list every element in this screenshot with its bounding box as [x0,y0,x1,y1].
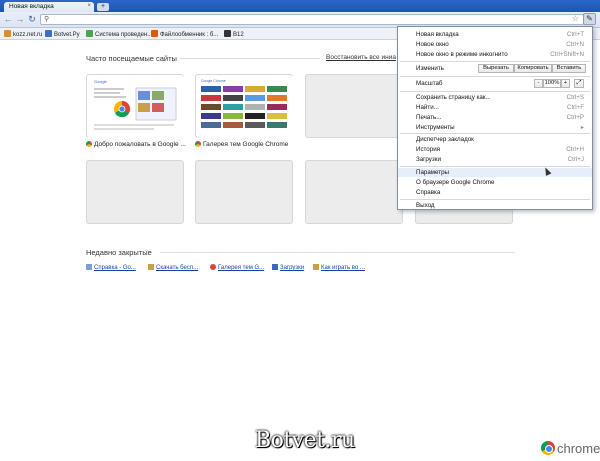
zoom-in-button[interactable]: + [561,79,570,88]
search-icon: ⚲ [44,16,50,23]
download-icon [272,264,278,270]
fullscreen-icon[interactable]: ⤢ [574,79,584,88]
tab-title: Новая вкладка [9,3,54,10]
menu-separator [400,61,590,62]
thumbnail-google-welcome[interactable]: Google [86,74,184,138]
favicon-icon [86,30,93,37]
menu-separator [400,91,590,92]
wrench-menu: Новая вкладка Ctrl+T Новое окно Ctrl+N Нов… [397,26,593,210]
favicon-icon [4,30,11,37]
bookmark-item[interactable]: kozz.net.ru [4,30,42,38]
star-icon[interactable]: ☆ [572,14,579,23]
bookmark-item[interactable]: Файлообменник : б... [151,30,218,38]
bookmark-item[interactable]: Система проведен... [86,30,152,38]
page-preview-image: Google [88,76,184,138]
most-visited-title: Часто посещаемые сайты [86,54,177,63]
menu-separator [400,166,590,167]
svg-text:Google Chrome: Google Chrome [201,79,226,83]
menu-item-help[interactable]: Справка [398,188,592,197]
menu-item-history[interactable]: История Ctrl+H [398,145,592,154]
thumbnail-label[interactable]: Добро пожаловать в Google ... [86,141,186,148]
tab-strip: Новая вкладка × + [0,0,600,12]
close-icon[interactable]: × [87,3,91,9]
omnibox-input[interactable]: ⚲ ☆ [40,14,584,25]
chrome-brand-text: chrome [557,441,600,456]
thumbnail-empty [305,74,403,138]
menu-item-exit[interactable]: Выход [398,201,592,210]
reload-icon[interactable]: ↻ [27,14,37,24]
paste-button[interactable]: Вставить [552,64,586,73]
back-icon[interactable]: ← [3,14,13,24]
recently-closed-item[interactable]: Загрузки [272,264,304,271]
recently-closed-item[interactable]: Скачать бесп... [148,264,198,271]
forward-icon[interactable]: → [15,14,25,24]
recently-closed-item[interactable]: Справка - Go... [86,264,136,271]
divider [180,58,320,59]
favicon-icon [224,30,231,37]
recently-closed-item[interactable]: Как играть во ... [313,264,365,271]
tab-new-tab[interactable]: Новая вкладка × [4,2,94,12]
copy-button[interactable]: Копировать [514,64,552,73]
menu-item-settings[interactable]: Параметры [398,168,592,177]
watermark-logo: Botvet.ru [255,428,355,453]
wrench-menu-button[interactable]: ✎ [583,13,596,25]
chrome-logo-icon [541,441,555,455]
menu-item-about[interactable]: О браузере Google Chrome [398,178,592,187]
page-preview-image: Google Chrome [197,76,293,138]
chrome-icon [86,141,92,147]
page-icon [86,264,92,270]
menu-item-print[interactable]: Печать... Ctrl+P [398,113,592,122]
thumbnail-label[interactable]: Галерея тем Google Chrome [195,141,288,148]
thumbnail-empty [86,160,184,224]
svg-text:Google: Google [94,79,108,84]
favicon-icon [151,30,158,37]
menu-item-tools[interactable]: Инструменты ▸ [398,123,592,132]
thumbnail-empty [195,160,293,224]
recently-closed-title: Недавно закрытые [86,248,152,257]
menu-item-new-tab[interactable]: Новая вкладка Ctrl+T [398,30,592,39]
recently-closed-item[interactable]: Галерея тем G... [210,264,264,271]
menu-item-downloads[interactable]: Загрузки Ctrl+J [398,155,592,164]
menu-separator [400,133,590,134]
new-tab-button[interactable]: + [97,3,109,11]
page-icon [148,264,154,270]
bookmark-item[interactable]: B12 [224,30,244,38]
restore-thumbnails-link[interactable]: Восстановить все иниатюры [326,54,396,61]
submenu-arrow-icon: ▸ [580,124,584,131]
zoom-level: 100% [543,79,561,88]
chrome-icon [195,141,201,147]
menu-item-bookmark-manager[interactable]: Диспетчер закладок [398,135,592,144]
menu-item-new-window[interactable]: Новое окно Ctrl+N [398,40,592,49]
menu-item-incognito[interactable]: Новое окно в режиме инкогнито Ctrl+Shift+… [398,50,592,59]
zoom-out-button[interactable]: - [534,79,543,88]
thumbnail-empty [305,160,403,224]
bookmark-item[interactable]: Botvet.Ру [45,30,80,38]
thumbnail-theme-gallery[interactable]: Google Chrome [195,74,293,138]
menu-separator [400,76,590,77]
menu-item-save-page[interactable]: Сохранить страницу как... Ctrl+S [398,93,592,102]
divider [160,252,515,253]
menu-separator [400,199,590,200]
menu-item-find[interactable]: Найти... Ctrl+F [398,103,592,112]
favicon-icon [45,30,52,37]
page-icon [313,264,319,270]
chrome-icon [210,264,216,270]
cut-button[interactable]: Вырезать [478,64,514,73]
